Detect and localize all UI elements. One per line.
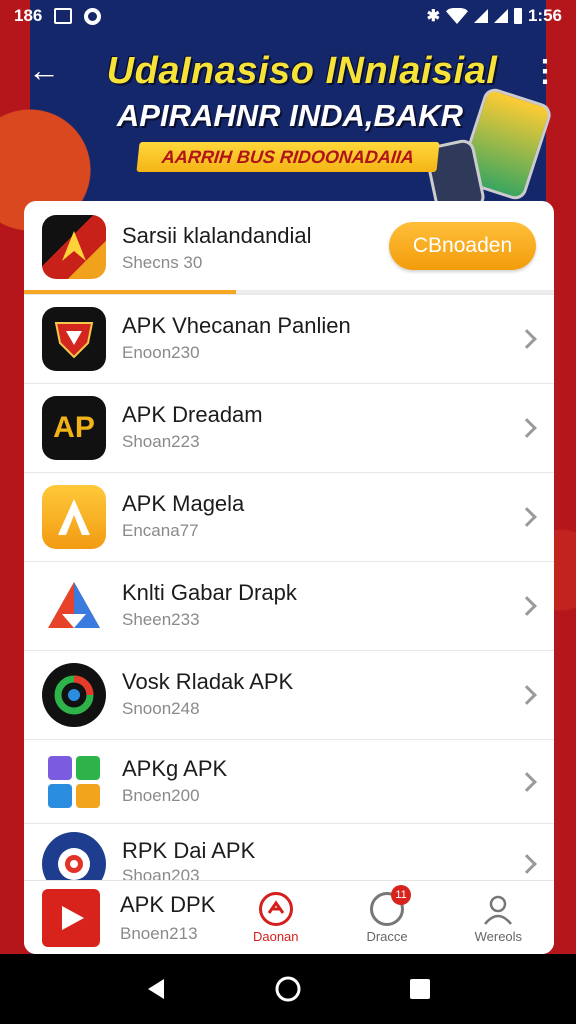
banner-title: UdaInasiso INnlaisial [106,50,498,92]
app-name: RPK Dai APK [122,838,256,863]
nav-profile[interactable]: Wereols [443,881,554,954]
nav-search[interactable]: 11 Dracce [331,881,442,954]
system-recents-icon[interactable] [406,975,434,1003]
app-list-card: Sarsii klalandandial Shecns 30 CBnoaden … [24,201,554,954]
notification-badge: 11 [391,884,412,905]
nav-home[interactable]: Daonan [220,881,331,954]
app-name: APK DPK [120,891,216,917]
app-meta: Bnoen213 [120,923,198,943]
app-name: APKg APK [122,756,228,781]
flame-app-icon [42,215,106,279]
system-home-icon[interactable] [274,975,302,1003]
list-item[interactable]: Knlti Gabar Drapk Sheen233 [24,562,554,651]
list-item[interactable]: APKg APK Bnoen200 [24,740,554,824]
chevron-right-icon[interactable] [517,854,537,874]
circle-icon [84,7,102,25]
bottom-navigation: APK DPK Bnoen213 Daonan 11 Dracce Wereol… [24,880,554,954]
promo-header: ← UdaInasiso INnlaisial APIRAHNR INDA,BA… [0,32,576,217]
shield-app-icon [42,307,106,371]
home-icon [258,891,293,926]
system-navigation-bar [0,954,576,1024]
app-name: APK Magela [122,491,245,516]
chevron-right-icon[interactable] [517,685,537,705]
grid-app-icon [42,750,106,814]
app-meta: Encana77 [122,521,199,540]
list-item[interactable]: APK Magela Encana77 [24,473,554,562]
signal-icon [493,9,508,23]
list-item[interactable]: AP APK Dreadam Shoan223 [24,384,554,473]
nav-label: Daonan [252,928,299,944]
status-time-left: 186 [14,6,43,25]
ring-app-icon [42,663,106,727]
app-name: Vosk Rladak APK [122,669,294,694]
a-logo-app-icon [42,485,106,549]
photo-icon [54,8,73,24]
app-meta: Enoon230 [122,343,200,362]
app-meta: Snoon248 [122,699,200,718]
banner-subtitle: APIRAHNR INDA,BAKR [116,98,464,133]
chevron-right-icon[interactable] [517,596,537,616]
app-screen: 186 ✱ 1:56 ← UdaInasiso INnlaisial APIRA… [0,0,576,1024]
list-item[interactable]: Vosk Rladak APK Snoon248 [24,651,554,740]
nav-label: Wereols [474,928,523,944]
chevron-right-icon[interactable] [517,329,537,349]
featured-app-name: Sarsii klalandandial [122,223,312,248]
app-name: APK Dreadam [122,402,263,427]
chevron-right-icon[interactable] [517,507,537,527]
battery-icon [513,8,522,24]
user-icon [481,892,515,926]
featured-app-meta: Shecns 30 [122,253,203,272]
chevron-right-icon[interactable] [517,771,537,792]
more-menu-icon[interactable]: ⋮ [530,54,560,90]
wifi-icon [445,8,468,24]
list-item[interactable]: APK Vhecanan Panlien Enoon230 [24,295,554,384]
ap-app-icon: AP [42,396,106,460]
download-progress-bar [24,290,554,294]
app-name: APK Vhecanan Panlien [122,313,351,338]
play-app-icon [42,888,100,947]
status-time-right: 1:56 [527,6,562,25]
system-back-icon[interactable] [142,975,170,1003]
app-name: Knlti Gabar Drapk [122,580,297,605]
banner-tag: AARRIH BUS RIDOONADAIIA [136,142,440,172]
nav-label: Dracce [366,928,408,944]
back-arrow-icon[interactable]: ← [28,52,68,88]
app-meta: Bnoen200 [122,786,200,805]
bluetooth-icon: ✱ [426,8,440,25]
signal-icon [473,9,488,23]
search-icon: 11 [370,884,412,926]
app-meta: Sheen233 [122,610,200,629]
triangle-app-icon [42,574,106,638]
app-meta: Shoan223 [122,432,200,451]
status-bar: 186 ✱ 1:56 [0,0,576,32]
list-item[interactable]: APK DPK Bnoen213 [24,881,220,954]
featured-app[interactable]: Sarsii klalandandial Shecns 30 CBnoaden [24,201,554,295]
chevron-right-icon[interactable] [517,418,537,438]
app-text-group: APK DPK Bnoen213 [120,892,215,944]
download-button[interactable]: CBnoaden [389,222,536,270]
download-progress-fill [24,290,236,294]
